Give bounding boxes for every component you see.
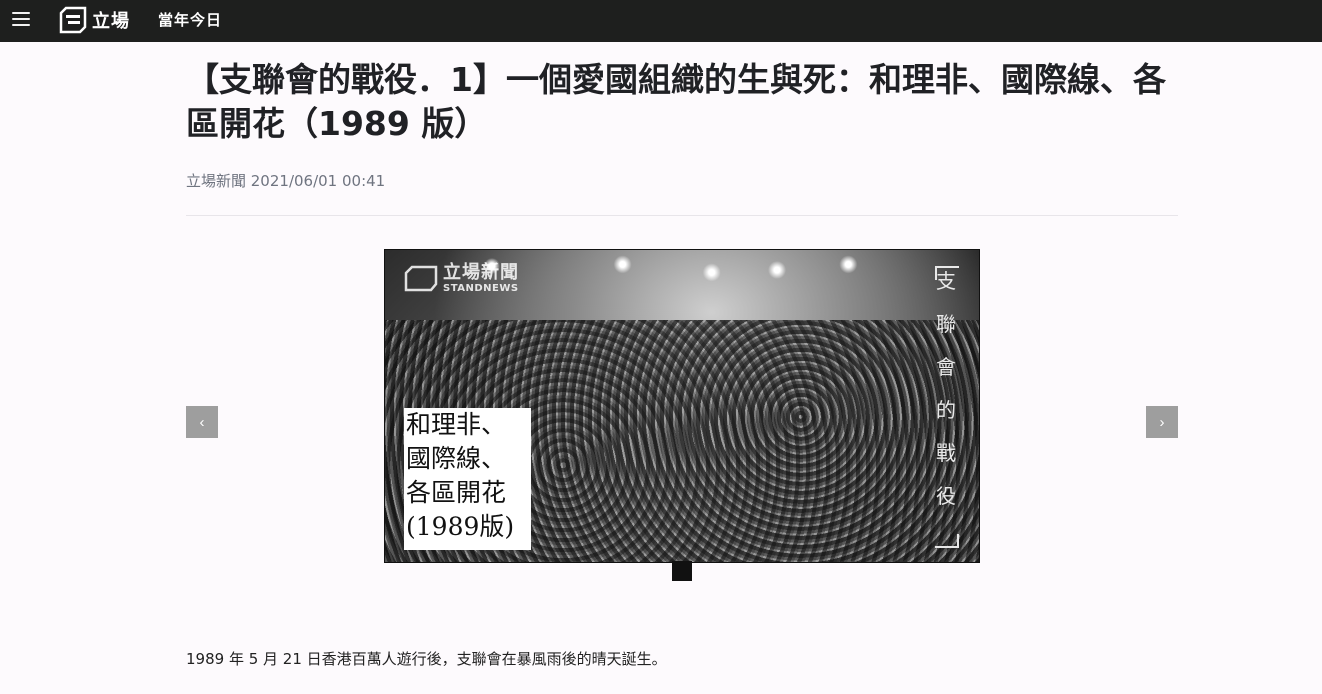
vertical-char: 支 [936,269,956,293]
article-title: 【支聯會的戰役．1】一個愛國組織的生與死：和理非、國際線、各區開花（1989 版… [186,60,1166,143]
vertical-char: 的 [936,398,956,422]
vertical-char: 聯 [936,312,956,336]
watermark-cn: 立場新聞 [443,262,519,283]
vertical-char: 會 [936,355,956,379]
article-paragraph: 1989 年 5 月 21 日香港百萬人遊行後，支聯會在暴風雨後的晴天誕生。 [186,650,667,668]
caption-line: 各區開花 [406,478,507,507]
caption-line: 國際線、 [406,444,507,473]
divider [186,215,1178,216]
watermark-logo-icon [404,265,438,292]
carousel-prev-button[interactable]: ‹ [186,406,218,438]
image-watermark: 立場新聞 STANDNEWS [403,264,519,294]
site-logo[interactable]: 立場 [58,5,130,35]
carousel-next-button[interactable]: › [1146,406,1178,438]
vertical-series-title: 支 聯 會 的 戰 役 [933,260,959,518]
caption-line: (1989版) [406,512,515,541]
article-byline: 立場新聞 2021/06/01 00:41 [186,172,386,190]
vertical-char: 戰 [936,441,956,465]
watermark-en: STANDNEWS [443,283,519,294]
bracket-bottom [935,534,959,548]
stand-news-logo-icon [59,6,87,34]
top-bar: 立場 當年今日 [0,0,1322,42]
carousel-image: 立場新聞 STANDNEWS 和理非、 國際線、 各區開花 (1989版) 支 … [384,249,980,563]
vertical-char: 役 [936,484,956,508]
image-caption-box: 和理非、 國際線、 各區開花 (1989版) [404,408,531,550]
nav-link-on-this-day[interactable]: 當年今日 [158,9,222,30]
logo-text: 立場 [92,11,130,32]
hamburger-menu-icon[interactable] [12,10,30,28]
caption-line: 和理非、 [406,410,507,439]
carousel-indicator-dot[interactable] [672,561,692,581]
